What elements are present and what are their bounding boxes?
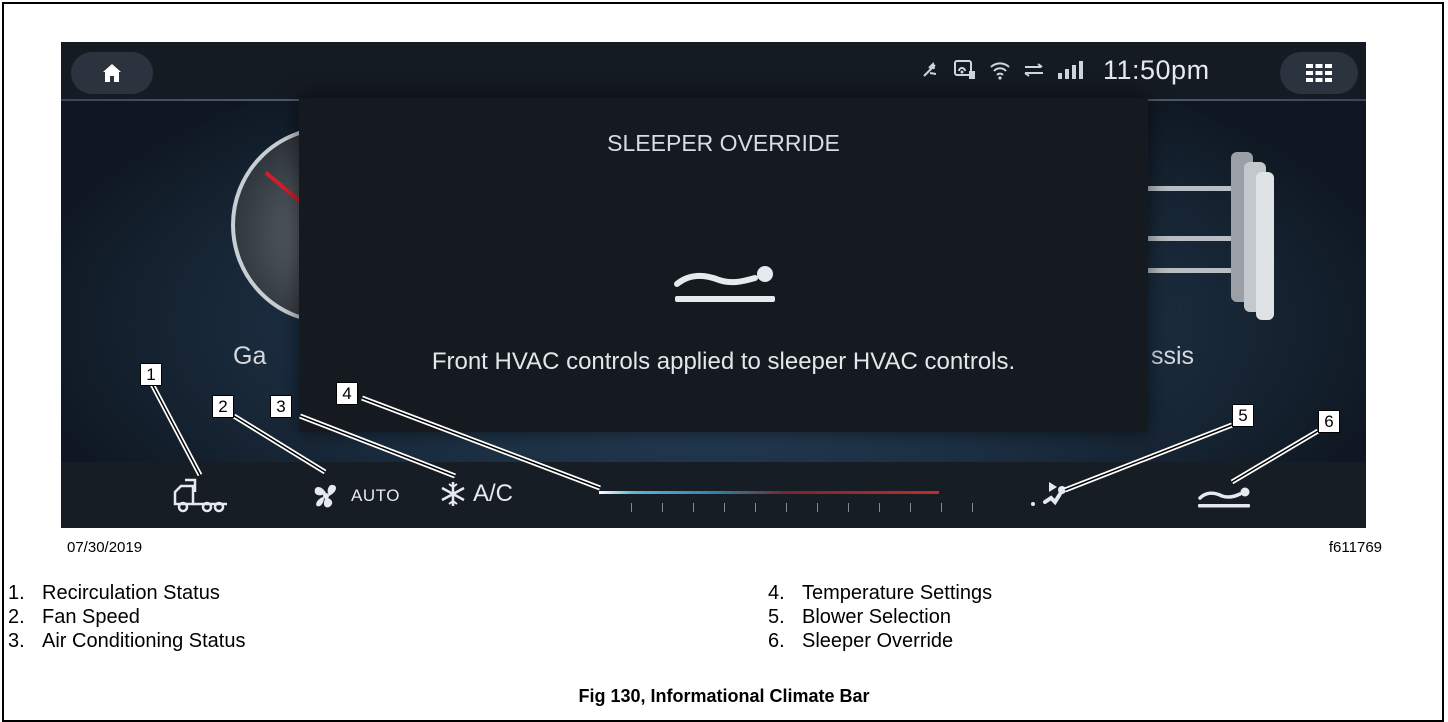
sleeper-icon xyxy=(1198,487,1250,508)
home-button[interactable] xyxy=(71,52,153,94)
sleeper-icon xyxy=(674,266,775,302)
vehicle-connect-icon xyxy=(954,60,975,79)
fan-mode-label: AUTO xyxy=(351,486,400,505)
top-status-bar: 11:50pm xyxy=(61,42,1366,100)
sleeper-override-popup: SLEEPER OVERRIDE Front HVAC controls app… xyxy=(299,98,1148,432)
snowflake-icon xyxy=(441,482,465,506)
apps-menu-button[interactable] xyxy=(1280,52,1358,94)
callout-5: 5 xyxy=(1232,404,1254,427)
display-screen: 11:50pm Ga ssis SLEEPER OVERRIDE Front H… xyxy=(61,42,1366,528)
temp-tick xyxy=(693,503,694,512)
temp-tick xyxy=(631,503,632,512)
legend-right: 4. Temperature Settings 5. Blower Select… xyxy=(768,581,992,653)
temp-tick xyxy=(817,503,818,512)
callout-3: 3 xyxy=(270,395,292,418)
figure-id: f611769 xyxy=(1328,539,1382,556)
gauges-label-partial: Ga xyxy=(233,342,267,370)
temp-tick xyxy=(724,503,725,512)
temperature-slider[interactable] xyxy=(599,491,939,494)
temp-tick xyxy=(755,503,756,512)
temp-tick xyxy=(910,503,911,512)
figure-caption: Fig 130, Informational Climate Bar xyxy=(578,686,870,706)
temp-tick xyxy=(941,503,942,512)
recirculation-icon xyxy=(173,478,227,513)
status-icons: 11:50pm xyxy=(921,54,1210,86)
mute-icon xyxy=(923,61,937,77)
climate-bar xyxy=(61,462,1366,528)
legend-text: Recirculation Status xyxy=(42,582,220,604)
legend-text: Fan Speed xyxy=(42,606,140,628)
temp-tick xyxy=(879,503,880,512)
legend-text: Sleeper Override xyxy=(802,630,954,652)
ac-button[interactable]: A/C xyxy=(439,480,513,508)
clock: 11:50pm xyxy=(1103,54,1210,85)
legend-item: 4. Temperature Settings xyxy=(768,581,992,605)
legend-number: 2. xyxy=(8,606,25,628)
sleeper-override-button[interactable] xyxy=(1196,482,1252,510)
legend-number: 3. xyxy=(8,630,25,652)
legend-text: Temperature Settings xyxy=(802,582,993,604)
blower-selection-button[interactable] xyxy=(1029,476,1069,510)
legend-item: 6. Sleeper Override xyxy=(768,629,992,653)
popup-message: Front HVAC controls applied to sleeper H… xyxy=(431,348,1016,375)
legend-number: 4. xyxy=(768,582,785,604)
legend-item: 5. Blower Selection xyxy=(768,605,992,629)
transfer-icon xyxy=(1024,63,1043,77)
legend-number: 1. xyxy=(8,582,25,604)
ac-label: A/C xyxy=(473,480,514,507)
figure-date: 07/30/2019 xyxy=(67,539,143,556)
home-icon xyxy=(103,64,121,82)
tires-graphic xyxy=(1136,152,1274,320)
legend-text: Air Conditioning Status xyxy=(42,630,246,652)
legend-left: 1. Recirculation Status 2. Fan Speed 3. … xyxy=(8,581,245,653)
callout-4: 4 xyxy=(336,382,358,405)
signal-icon xyxy=(1058,61,1083,79)
temp-tick xyxy=(662,503,663,512)
legend-number: 6. xyxy=(768,630,785,652)
popup-title: SLEEPER OVERRIDE xyxy=(607,130,840,156)
legend-item: 3. Air Conditioning Status xyxy=(8,629,245,653)
recirculation-button[interactable] xyxy=(171,476,231,514)
temp-tick xyxy=(972,503,973,512)
blower-icon xyxy=(1031,482,1066,506)
wifi-icon xyxy=(990,62,1010,80)
callout-1: 1 xyxy=(140,363,162,386)
legend-item: 2. Fan Speed xyxy=(8,605,245,629)
callout-6: 6 xyxy=(1318,410,1340,433)
apps-grid-icon xyxy=(1306,64,1332,82)
legend-item: 1. Recirculation Status xyxy=(8,581,245,605)
callout-2: 2 xyxy=(212,395,234,418)
chassis-label-partial: ssis xyxy=(1151,342,1195,370)
legend-text: Blower Selection xyxy=(802,606,951,628)
temp-tick xyxy=(848,503,849,512)
fan-speed-control[interactable]: AUTO xyxy=(311,482,400,510)
temp-tick xyxy=(786,503,787,512)
fan-icon xyxy=(314,484,337,508)
legend-number: 5. xyxy=(768,606,785,628)
